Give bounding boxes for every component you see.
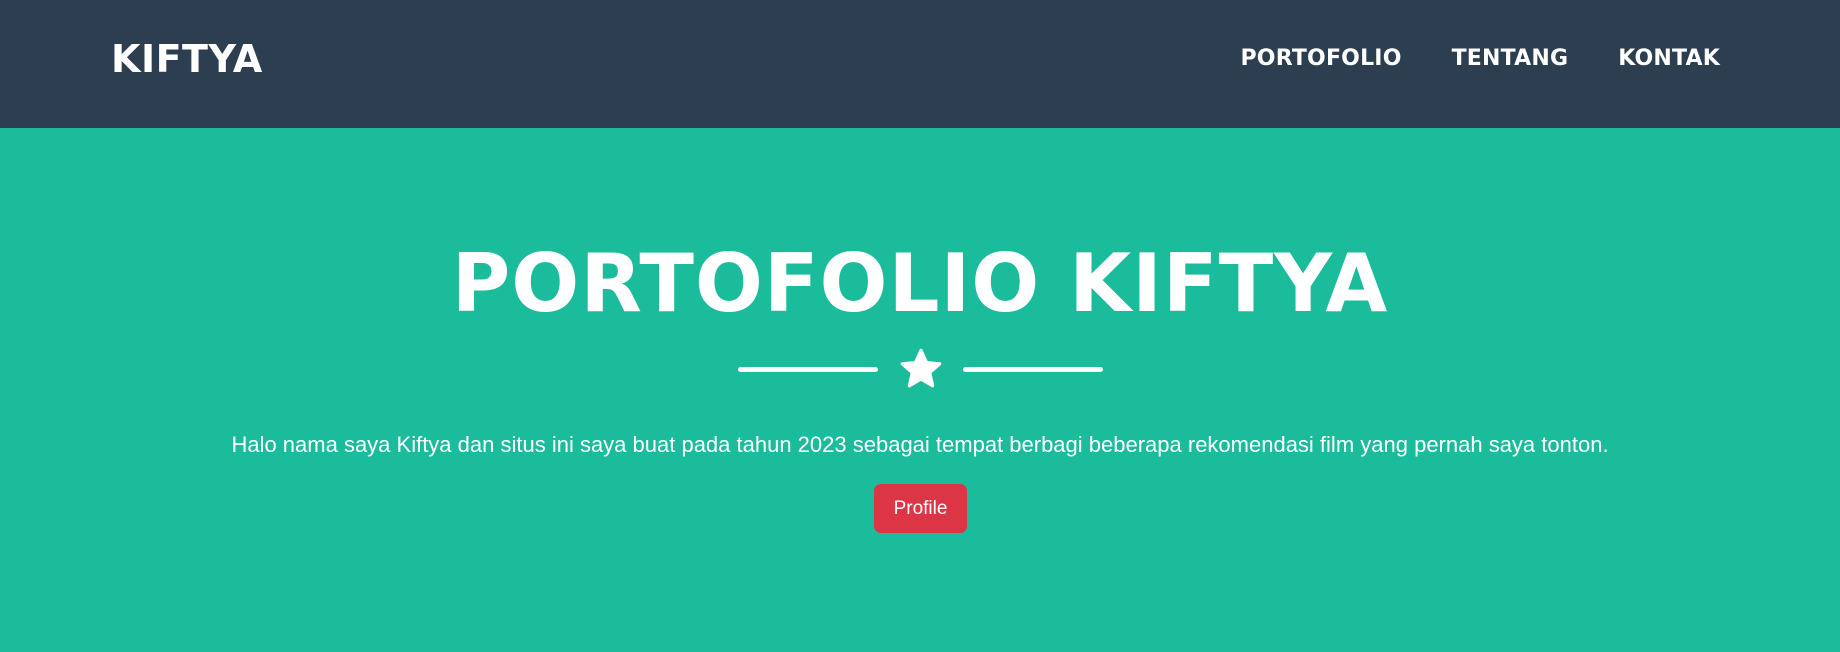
nav-links: PORTOFOLIO TENTANG KONTAK	[1240, 44, 1720, 74]
divider-line-right	[963, 367, 1103, 372]
masthead-lead: Halo nama saya Kiftya dan situs ini saya…	[231, 432, 1609, 457]
profile-button[interactable]: Profile	[874, 484, 967, 533]
navbar: KIFTYA PORTOFOLIO TENTANG KONTAK	[0, 0, 1840, 128]
divider	[0, 346, 1840, 392]
nav-link-kontak[interactable]: KONTAK	[1618, 44, 1720, 74]
masthead: PORTOFOLIO KIFTYA Halo nama saya Kiftya …	[0, 128, 1840, 652]
nav-link-portofolio[interactable]: PORTOFOLIO	[1240, 44, 1401, 74]
divider-line-left	[738, 367, 878, 372]
brand-link[interactable]: KIFTYA	[111, 36, 263, 82]
masthead-title: PORTOFOLIO KIFTYA	[451, 237, 1389, 330]
nav-link-tentang[interactable]: TENTANG	[1452, 44, 1569, 74]
star-icon	[900, 348, 942, 388]
